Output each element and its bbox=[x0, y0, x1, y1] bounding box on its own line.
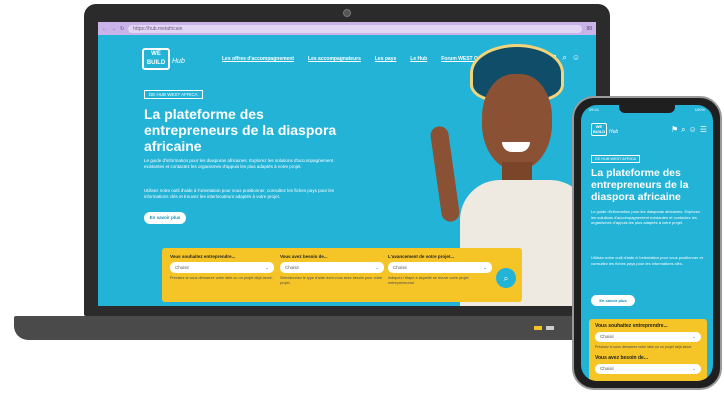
breadcrumb: DE HUB WEST AFRICA bbox=[144, 90, 203, 99]
field-help: Précisez si vous démarrez votre idée ou … bbox=[170, 276, 273, 280]
field-help: Indiquez l'étape à laquelle se trouve vo… bbox=[388, 276, 469, 285]
search-icon[interactable]: ⌕ bbox=[681, 125, 685, 135]
laptop-indicator-light bbox=[534, 326, 542, 330]
hero-title: La plateforme des entrepreneurs de la di… bbox=[144, 106, 337, 154]
hero-description: Le guide d'information pour les diaspora… bbox=[144, 158, 334, 169]
phone-status-bar: 09:41 100% bbox=[589, 107, 705, 112]
search-field-entreprendre: Vous souhaitez entreprendre... Choisir ⌄ … bbox=[170, 254, 274, 281]
flag-icon[interactable]: ⚑ bbox=[671, 125, 678, 135]
besoin-select[interactable]: Choisir ⌄ bbox=[595, 363, 701, 374]
mockup-stage: ← → ↻ https://hub.metafricain 88 WE BUIL… bbox=[0, 0, 724, 393]
field-label: Vous souhaitez entreprendre... bbox=[170, 254, 236, 259]
nav-item-pays[interactable]: Les pays bbox=[375, 56, 396, 62]
laptop-camera bbox=[343, 9, 351, 17]
chevron-down-icon: ⌄ bbox=[375, 265, 379, 270]
laptop-base bbox=[14, 316, 654, 340]
phone-screen: 09:41 100% WE BUILD Hub ⚑ ⌕ ☺ ☰ DE HUB W… bbox=[581, 105, 713, 381]
search-field-besoin: Vous avez besoin de... Choisir ⌄ Sélectio… bbox=[280, 254, 384, 286]
breadcrumb: DE HUB WEST AFRICA bbox=[591, 155, 641, 163]
besoin-select[interactable]: Choisir ⌄ bbox=[280, 262, 384, 273]
nav-item-accompagnateurs[interactable]: Les accompagnateurs bbox=[308, 56, 361, 62]
nav-item-offres[interactable]: Les offres d'accompagnement bbox=[222, 56, 294, 62]
entreprendre-select[interactable]: Choisir ⌄ bbox=[170, 262, 274, 273]
search-panel: Vous souhaitez entreprendre... Choisir ⌄ … bbox=[162, 248, 522, 302]
laptop-screen: ← → ↻ https://hub.metafricain 88 WE BUIL… bbox=[98, 22, 596, 306]
nav-item-hub[interactable]: Le Hub bbox=[410, 56, 427, 62]
laptop-indicator-light bbox=[546, 326, 554, 330]
avancement-select[interactable]: Choisir ⌄ bbox=[388, 262, 492, 273]
hero-description: Le guide d'information pour les diaspora… bbox=[591, 209, 701, 225]
search-icon: ⌕ bbox=[503, 273, 509, 283]
entreprendre-select[interactable]: Choisir ⌄ bbox=[595, 332, 701, 342]
field-label: Vous souhaitez entreprendre... bbox=[595, 323, 668, 329]
back-icon[interactable]: ← bbox=[102, 26, 107, 32]
reload-icon[interactable]: ↻ bbox=[120, 26, 124, 32]
extensions-badge[interactable]: 88 bbox=[586, 26, 592, 32]
browser-toolbar: ← → ↻ https://hub.metafricain 88 bbox=[98, 22, 596, 35]
hero-description-2: Utilisez notre outil d'aide à l'orientat… bbox=[591, 255, 703, 266]
main-nav: Les offres d'accompagnement Les accompag… bbox=[222, 56, 490, 62]
hero-title: La plateforme des entrepreneurs de la di… bbox=[591, 167, 689, 203]
search-submit-button[interactable]: ⌕ bbox=[496, 268, 516, 288]
site-logo-sub: Hub bbox=[172, 58, 185, 65]
field-label: Vous avez besoin de... bbox=[280, 254, 328, 259]
menu-icon[interactable]: ☰ bbox=[700, 125, 707, 135]
field-label: L'avancement de votre projet... bbox=[388, 254, 455, 259]
field-help: Précisez si vous démarrez votre idée ou … bbox=[595, 345, 693, 349]
chevron-down-icon: ⌄ bbox=[265, 265, 269, 270]
search-icon[interactable]: ⌕ bbox=[562, 53, 566, 63]
hero-photo-face bbox=[482, 74, 552, 170]
phone-header-icons: ⚑ ⌕ ☺ ☰ bbox=[671, 125, 707, 135]
hero-photo-arm bbox=[429, 125, 461, 223]
site-logo[interactable]: WE BUILD bbox=[142, 48, 170, 70]
learn-more-button[interactable]: En savoir plus bbox=[144, 212, 186, 224]
site-logo[interactable]: WE BUILD bbox=[591, 123, 607, 136]
chevron-down-icon: ⌄ bbox=[692, 365, 696, 371]
field-label: Vous avez besoin de... bbox=[595, 354, 648, 361]
status-battery: 100% bbox=[694, 107, 705, 112]
chevron-down-icon: ⌄ bbox=[692, 334, 696, 339]
learn-more-button[interactable]: En savoir plus bbox=[591, 295, 635, 306]
search-field-avancement: L'avancement de votre projet... Choisir ⌄… bbox=[388, 254, 492, 286]
user-icon[interactable]: ☺ bbox=[689, 125, 697, 135]
chevron-down-icon: ⌄ bbox=[483, 265, 487, 270]
site-logo-sub: Hub bbox=[609, 129, 619, 135]
hero-description-2: Utilisez notre outil d'aide à l'orientat… bbox=[144, 188, 335, 199]
status-time: 09:41 bbox=[589, 107, 600, 112]
phone-frame: 09:41 100% WE BUILD Hub ⚑ ⌕ ☺ ☰ DE HUB W… bbox=[572, 96, 722, 390]
laptop-lid: ← → ↻ https://hub.metafricain 88 WE BUIL… bbox=[84, 4, 610, 316]
address-bar[interactable]: https://hub.metafricain bbox=[128, 24, 583, 33]
field-help: Sélectionnez le type d'aide dont vous av… bbox=[280, 276, 383, 285]
search-panel: Vous souhaitez entreprendre... Choisir ⌄ … bbox=[589, 319, 707, 381]
forward-icon[interactable]: → bbox=[111, 26, 116, 32]
user-icon[interactable]: ☺ bbox=[572, 53, 580, 63]
